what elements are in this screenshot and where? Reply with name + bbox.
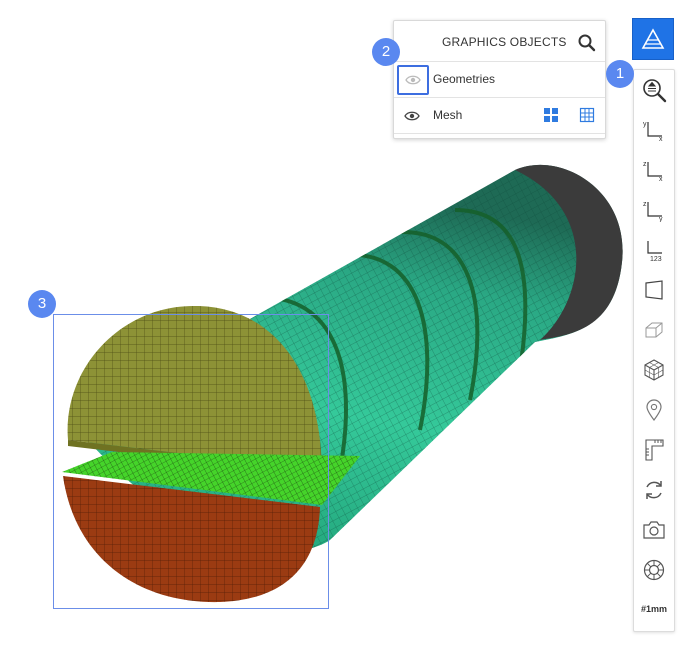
- svg-text:123: 123: [650, 256, 662, 262]
- zoom-fit-icon[interactable]: [640, 76, 668, 104]
- axis-zx-icon[interactable]: zx: [640, 156, 668, 184]
- unit-scale-label[interactable]: #1mm: [635, 604, 673, 614]
- perspective-icon[interactable]: [640, 276, 668, 304]
- svg-text:x: x: [659, 136, 663, 142]
- geometries-row[interactable]: Geometries: [394, 61, 605, 97]
- svg-text:y: y: [659, 216, 663, 222]
- axis-yx-icon[interactable]: yx: [640, 116, 668, 144]
- mesh-row[interactable]: Mesh: [394, 97, 605, 134]
- box-view-icon[interactable]: [640, 316, 668, 344]
- panel-title: GRAPHICS OBJECTS: [442, 35, 567, 49]
- settings-wheel-icon[interactable]: [640, 556, 668, 584]
- eye-hidden-icon[interactable]: [397, 65, 429, 95]
- geometries-label: Geometries: [433, 72, 496, 86]
- callout-badge: 2: [372, 38, 400, 66]
- callout-badge: 3: [28, 290, 56, 318]
- mesh-solid-view-icon[interactable]: [543, 107, 559, 123]
- graphics-objects-panel: GRAPHICS OBJECTS Geometries Mesh: [393, 20, 606, 139]
- svg-text:x: x: [659, 176, 663, 182]
- selection-rectangle: [53, 314, 329, 609]
- view-triangle-button[interactable]: [632, 18, 674, 60]
- cube-mesh-icon[interactable]: [640, 356, 668, 384]
- svg-text:y: y: [643, 121, 647, 128]
- svg-text:z: z: [643, 161, 647, 168]
- axis-zy-icon[interactable]: zy: [640, 196, 668, 224]
- axis-123-icon[interactable]: 123: [640, 236, 668, 264]
- right-toolbar: yx zx zy 123 #1mm: [633, 69, 675, 632]
- view-triangle-icon: [641, 28, 665, 49]
- rotate-icon[interactable]: [640, 476, 668, 504]
- eye-icon[interactable]: [400, 104, 424, 128]
- camera-icon[interactable]: [640, 516, 668, 544]
- svg-text:z: z: [643, 201, 647, 208]
- search-icon[interactable]: [577, 33, 597, 53]
- ruler-icon[interactable]: [640, 436, 668, 464]
- mesh-grid-view-icon[interactable]: [579, 107, 595, 123]
- location-pin-icon[interactable]: [640, 396, 668, 424]
- callout-badge: 1: [606, 60, 634, 88]
- mesh-label: Mesh: [433, 108, 463, 122]
